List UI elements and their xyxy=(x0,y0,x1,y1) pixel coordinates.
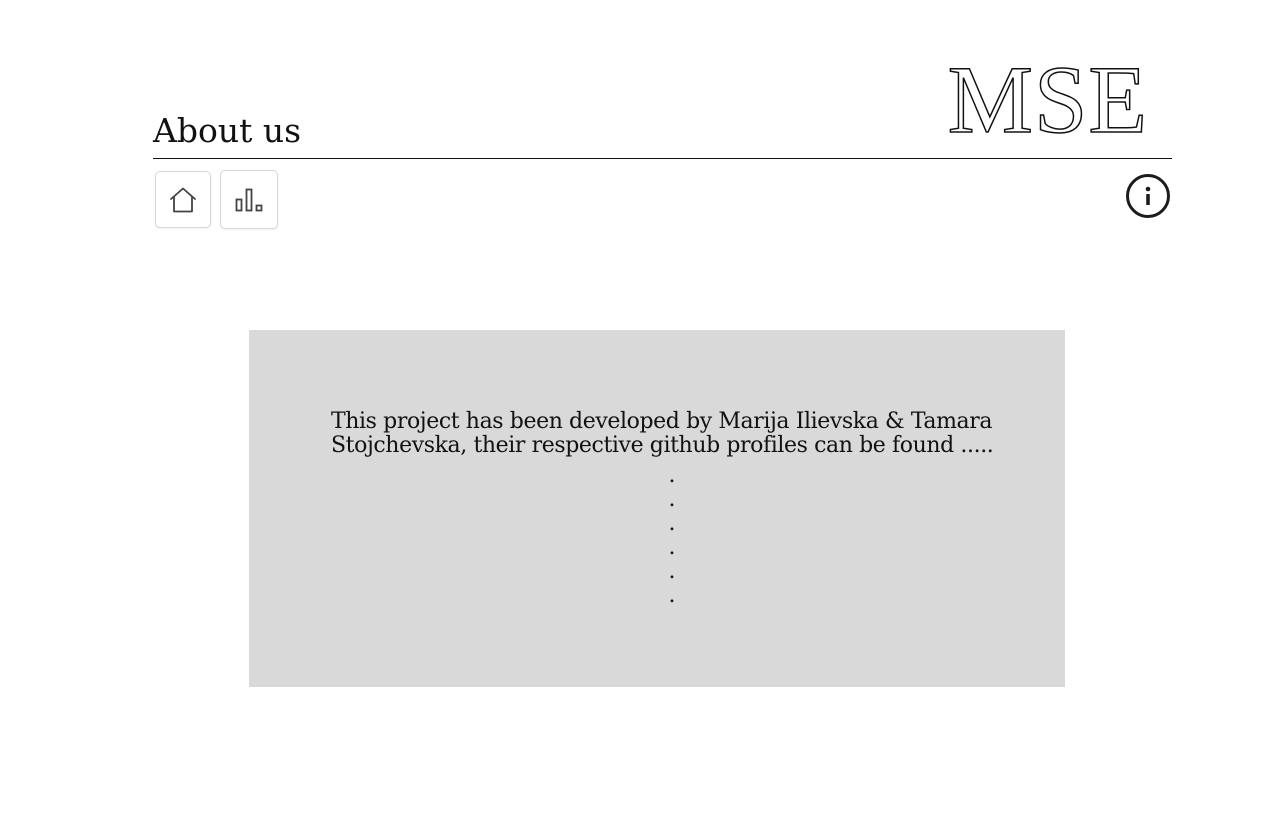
bar-chart-icon xyxy=(235,188,263,211)
about-content-panel: This project has been developed by Marij… xyxy=(249,330,1065,687)
dot: . xyxy=(668,487,676,512)
home-button[interactable] xyxy=(155,171,211,228)
info-icon xyxy=(1145,186,1151,205)
dot: . xyxy=(668,535,676,560)
home-icon xyxy=(170,187,196,212)
mse-logo: MSE xyxy=(947,46,1148,153)
page-header: About us MSE xyxy=(153,0,1172,159)
dot: . xyxy=(668,583,676,608)
page-title: About us xyxy=(153,111,302,150)
about-description: This project has been developed by Marij… xyxy=(331,409,994,458)
dot: . xyxy=(668,511,676,536)
info-button[interactable] xyxy=(1126,174,1170,218)
dot-list: . . . . . . xyxy=(249,464,1095,608)
dot: . xyxy=(668,463,676,488)
dot: . xyxy=(668,559,676,584)
statistics-button[interactable] xyxy=(220,170,278,229)
